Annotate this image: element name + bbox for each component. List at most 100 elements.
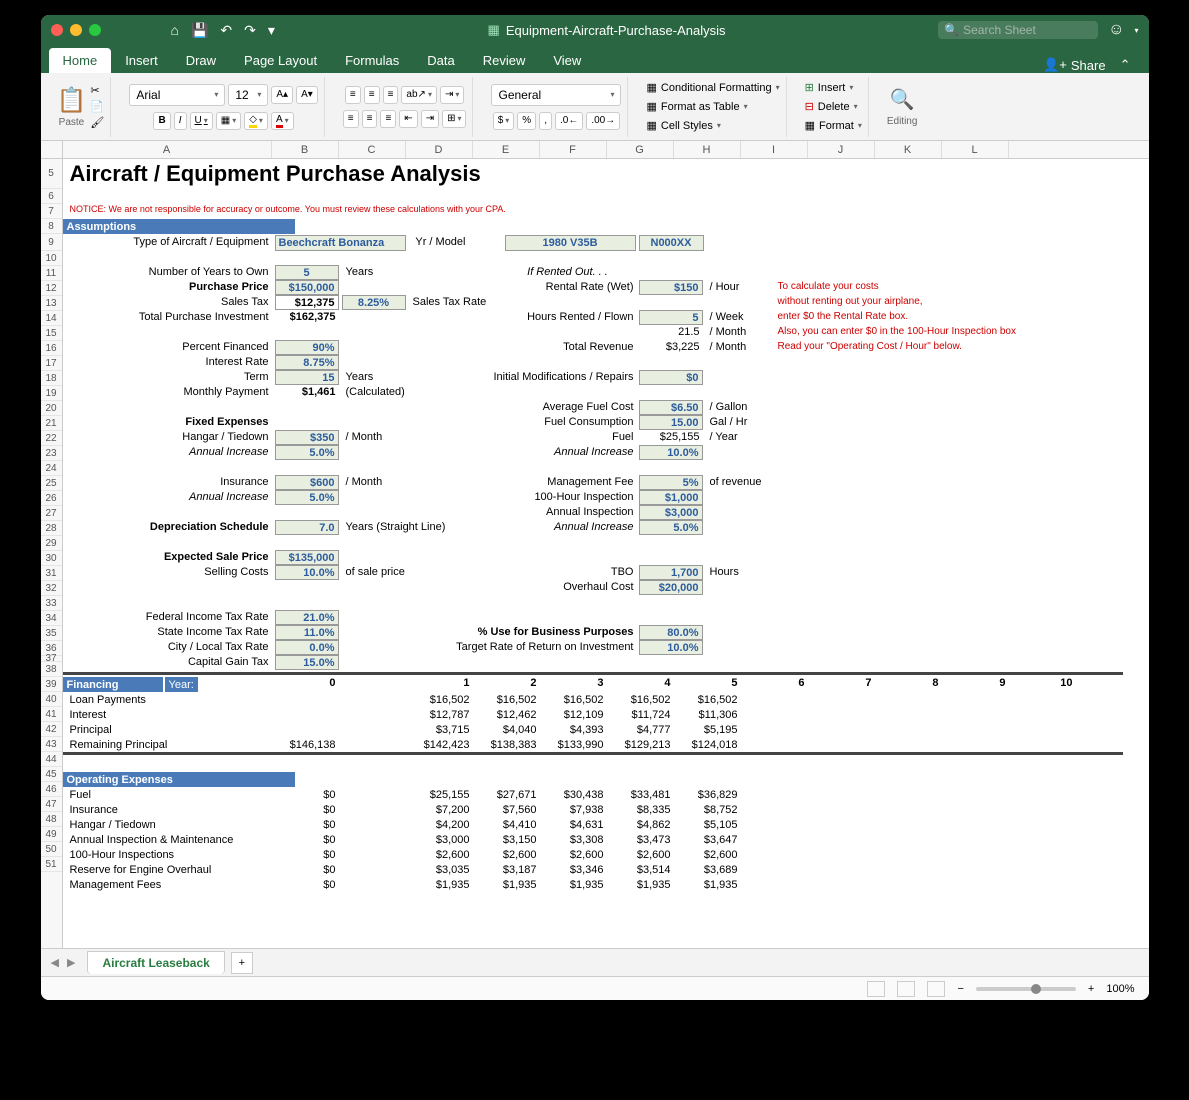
sell-cost-input[interactable]: 10.0% [275,565,339,580]
state-tax-input[interactable]: 11.0% [275,625,339,640]
row-38[interactable]: 38 [41,662,62,677]
row-18[interactable]: 18 [41,371,62,386]
term-input[interactable]: 15 [275,370,339,385]
pct-biz-input[interactable]: 80.0% [639,625,703,640]
search-input[interactable]: 🔍 Search Sheet [938,21,1098,39]
insert-cells-button[interactable]: ⊞Insert ▾ [805,79,854,96]
fill-color-button[interactable]: ◇ ▾ [244,112,268,130]
row-12[interactable]: 12 [41,281,62,296]
font-size-picker[interactable]: 12▾ [228,84,268,106]
spreadsheet[interactable]: Aircraft / Equipment Purchase Analysis N… [63,159,1149,948]
row-26[interactable]: 26 [41,491,62,506]
row-51[interactable]: 51 [41,857,62,872]
tab-data[interactable]: Data [413,48,468,73]
indent-inc-icon[interactable]: ⇥ [421,110,439,128]
underline-button[interactable]: U ▾ [190,112,213,130]
ann-insp-input[interactable]: $3,000 [639,505,703,520]
redo-icon[interactable]: ↷ [244,22,256,39]
col-l[interactable]: L [942,141,1009,158]
zoom-icon[interactable] [89,24,101,36]
pct-fin-input[interactable]: 90% [275,340,339,355]
next-sheet-icon[interactable]: ▶ [67,956,75,969]
fed-tax-input[interactable]: 21.0% [275,610,339,625]
add-sheet-button[interactable]: + [231,952,253,974]
zoom-out-button[interactable]: − [957,983,963,995]
int-rate-input[interactable]: 8.75% [275,355,339,370]
tbo-input[interactable]: 1,700 [639,565,703,580]
undo-icon[interactable]: ↶ [220,22,232,39]
row-9[interactable]: 9 [41,234,62,251]
row-27[interactable]: 27 [41,506,62,521]
tab-insert[interactable]: Insert [111,48,172,73]
init-mod-input[interactable]: $0 [639,370,703,385]
row-14[interactable]: 14 [41,311,62,326]
italic-button[interactable]: I [174,112,187,130]
col-i[interactable]: I [741,141,808,158]
row-10[interactable]: 10 [41,251,62,266]
row-21[interactable]: 21 [41,416,62,431]
format-painter-icon[interactable]: 🖌 [90,116,104,129]
align-center-icon[interactable]: ≡ [362,110,378,128]
conditional-formatting-button[interactable]: ▦Conditional Formatting ▾ [646,79,779,96]
zoom-level[interactable]: 100% [1106,983,1134,995]
row-47[interactable]: 47 [41,797,62,812]
insp-inc-input[interactable]: 5.0% [639,520,703,535]
row-24[interactable]: 24 [41,461,62,476]
insp100-input[interactable]: $1,000 [639,490,703,505]
row-43[interactable]: 43 [41,737,62,752]
row-15[interactable]: 15 [41,326,62,341]
delete-cells-button[interactable]: ⊟Delete ▾ [805,98,858,115]
row-6[interactable]: 6 [41,189,62,204]
tab-review[interactable]: Review [469,48,540,73]
row-49[interactable]: 49 [41,827,62,842]
percent-icon[interactable]: % [517,112,536,130]
row-41[interactable]: 41 [41,707,62,722]
dep-input[interactable]: 7.0 [275,520,339,535]
zoom-in-button[interactable]: + [1088,983,1094,995]
view-page-break-icon[interactable] [927,981,945,997]
tab-formulas[interactable]: Formulas [331,48,413,73]
row-20[interactable]: 20 [41,401,62,416]
find-icon[interactable]: 🔍 [890,87,915,112]
inc-decimal-icon[interactable]: .0← [555,112,583,130]
row-40[interactable]: 40 [41,692,62,707]
comma-icon[interactable]: , [539,112,552,130]
overhaul-input[interactable]: $20,000 [639,580,703,595]
tab-home[interactable]: Home [49,48,112,73]
col-g[interactable]: G [607,141,674,158]
grow-font-icon[interactable]: A▴ [271,86,293,104]
row-16[interactable]: 16 [41,341,62,356]
row-33[interactable]: 33 [41,596,62,611]
copy-icon[interactable]: 📄 [90,100,104,113]
user-menu-icon[interactable]: ▾ [1134,26,1138,35]
row-32[interactable]: 32 [41,581,62,596]
currency-icon[interactable]: $ ▾ [493,112,515,130]
row-31[interactable]: 31 [41,566,62,581]
type-input[interactable]: Beechcraft Bonanza [275,235,406,251]
col-j[interactable]: J [808,141,875,158]
row-28[interactable]: 28 [41,521,62,536]
sales-tax-rate-input[interactable]: 8.25% [342,295,406,310]
row-39[interactable]: 39 [41,677,62,692]
mgmt-fee-input[interactable]: 5% [639,475,703,490]
format-as-table-button[interactable]: ▦Format as Table ▾ [646,98,747,115]
merge-icon[interactable]: ⊞ ▾ [442,110,466,128]
years-own-input[interactable]: 5 [275,265,339,280]
ann-inc-hangar[interactable]: 5.0% [275,445,339,460]
zoom-slider[interactable] [976,987,1076,991]
align-right-icon[interactable]: ≡ [380,110,396,128]
user-icon[interactable]: ☺ [1108,21,1124,39]
row-25[interactable]: 25 [41,476,62,491]
reg-input[interactable]: N000XX [639,235,704,251]
orientation-icon[interactable]: ab↗ ▾ [401,86,437,104]
align-top-icon[interactable]: ≡ [345,86,361,104]
col-f[interactable]: F [540,141,607,158]
col-a[interactable]: A [63,141,272,158]
row-44[interactable]: 44 [41,752,62,767]
sale-price-input[interactable]: $135,000 [275,550,339,565]
view-normal-icon[interactable] [867,981,885,997]
select-all-corner[interactable] [41,141,63,159]
save-icon[interactable]: 💾 [191,22,208,39]
col-h[interactable]: H [674,141,741,158]
row-13[interactable]: 13 [41,296,62,311]
